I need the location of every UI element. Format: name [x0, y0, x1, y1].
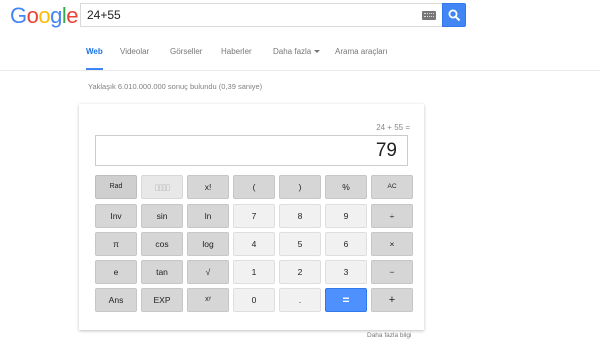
subtract-button[interactable]: − — [371, 260, 413, 284]
open-paren-button[interactable]: ( — [233, 175, 275, 199]
sin-button[interactable]: sin — [141, 204, 183, 228]
result-stats: Yaklaşık 6.010.000.000 sonuç bulundu (0,… — [88, 82, 263, 91]
digit-9-button[interactable]: 9 — [325, 204, 367, 228]
add-button[interactable]: + — [371, 288, 413, 312]
tab-videos[interactable]: Videolar — [120, 47, 149, 69]
digit-7-button[interactable]: 7 — [233, 204, 275, 228]
search-tabs: Web Videolar Görseller Haberler Daha faz… — [0, 38, 600, 71]
digit-1-button[interactable]: 1 — [233, 260, 275, 284]
equals-button[interactable]: = — [325, 288, 367, 312]
factorial-button[interactable]: x! — [187, 175, 229, 199]
divide-button[interactable]: ÷ — [371, 204, 413, 228]
inverse-button[interactable]: Inv — [95, 204, 137, 228]
tab-search-tools[interactable]: Arama araçları — [335, 47, 387, 69]
digit-5-button[interactable]: 5 — [279, 232, 321, 256]
digit-8-button[interactable]: 8 — [279, 204, 321, 228]
chevron-down-icon — [314, 50, 321, 54]
digit-6-button[interactable]: 6 — [325, 232, 367, 256]
tab-label: Videolar — [120, 47, 150, 56]
header: Google — [0, 0, 600, 30]
answer-button[interactable]: Ans — [95, 288, 137, 312]
power-button[interactable]: xʸ — [187, 288, 229, 312]
e-button[interactable]: e — [95, 260, 137, 284]
deg-button[interactable]: ▯▯▯▯ — [141, 175, 183, 199]
search-icon — [448, 9, 461, 22]
keyboard-icon[interactable] — [422, 11, 436, 20]
exp-button[interactable]: EXP — [141, 288, 183, 312]
pi-button[interactable]: π — [95, 232, 137, 256]
search-box[interactable] — [80, 3, 442, 27]
rad-button[interactable]: Rad — [95, 175, 137, 199]
tab-news[interactable]: Haberler — [221, 47, 252, 69]
ln-button[interactable]: ln — [187, 204, 229, 228]
calculator-card: 24 + 55 = 79 Rad ▯▯▯▯ x! ( ) % AC Inv si… — [79, 104, 424, 330]
tab-label: Görseller — [170, 47, 203, 56]
google-logo[interactable]: Google — [10, 5, 79, 27]
tab-label: Web — [86, 47, 103, 56]
all-clear-button[interactable]: AC — [371, 175, 413, 199]
cos-button[interactable]: cos — [141, 232, 183, 256]
digit-0-button[interactable]: 0 — [233, 288, 275, 312]
percent-button[interactable]: % — [325, 175, 367, 199]
tab-images[interactable]: Görseller — [170, 47, 202, 69]
tab-more[interactable]: Daha fazla — [273, 47, 321, 69]
more-info-link[interactable]: Daha fazla bilgi — [367, 332, 411, 339]
tab-label: Arama araçları — [335, 47, 388, 56]
calculator-result: 79 — [375, 140, 397, 161]
search-input[interactable] — [87, 7, 387, 23]
sqrt-button[interactable]: √ — [187, 260, 229, 284]
digit-3-button[interactable]: 3 — [325, 260, 367, 284]
tab-web[interactable]: Web — [86, 47, 103, 70]
digit-2-button[interactable]: 2 — [279, 260, 321, 284]
calculator-display: 79 — [95, 135, 408, 166]
tab-label: Daha fazla — [273, 47, 312, 56]
calculator-expression: 24 + 55 = — [376, 123, 410, 132]
digit-4-button[interactable]: 4 — [233, 232, 275, 256]
log-button[interactable]: log — [187, 232, 229, 256]
tan-button[interactable]: tan — [141, 260, 183, 284]
decimal-button[interactable]: . — [279, 288, 321, 312]
multiply-button[interactable]: × — [371, 232, 413, 256]
close-paren-button[interactable]: ) — [279, 175, 321, 199]
tab-label: Haberler — [221, 47, 252, 56]
search-button[interactable] — [442, 3, 466, 27]
